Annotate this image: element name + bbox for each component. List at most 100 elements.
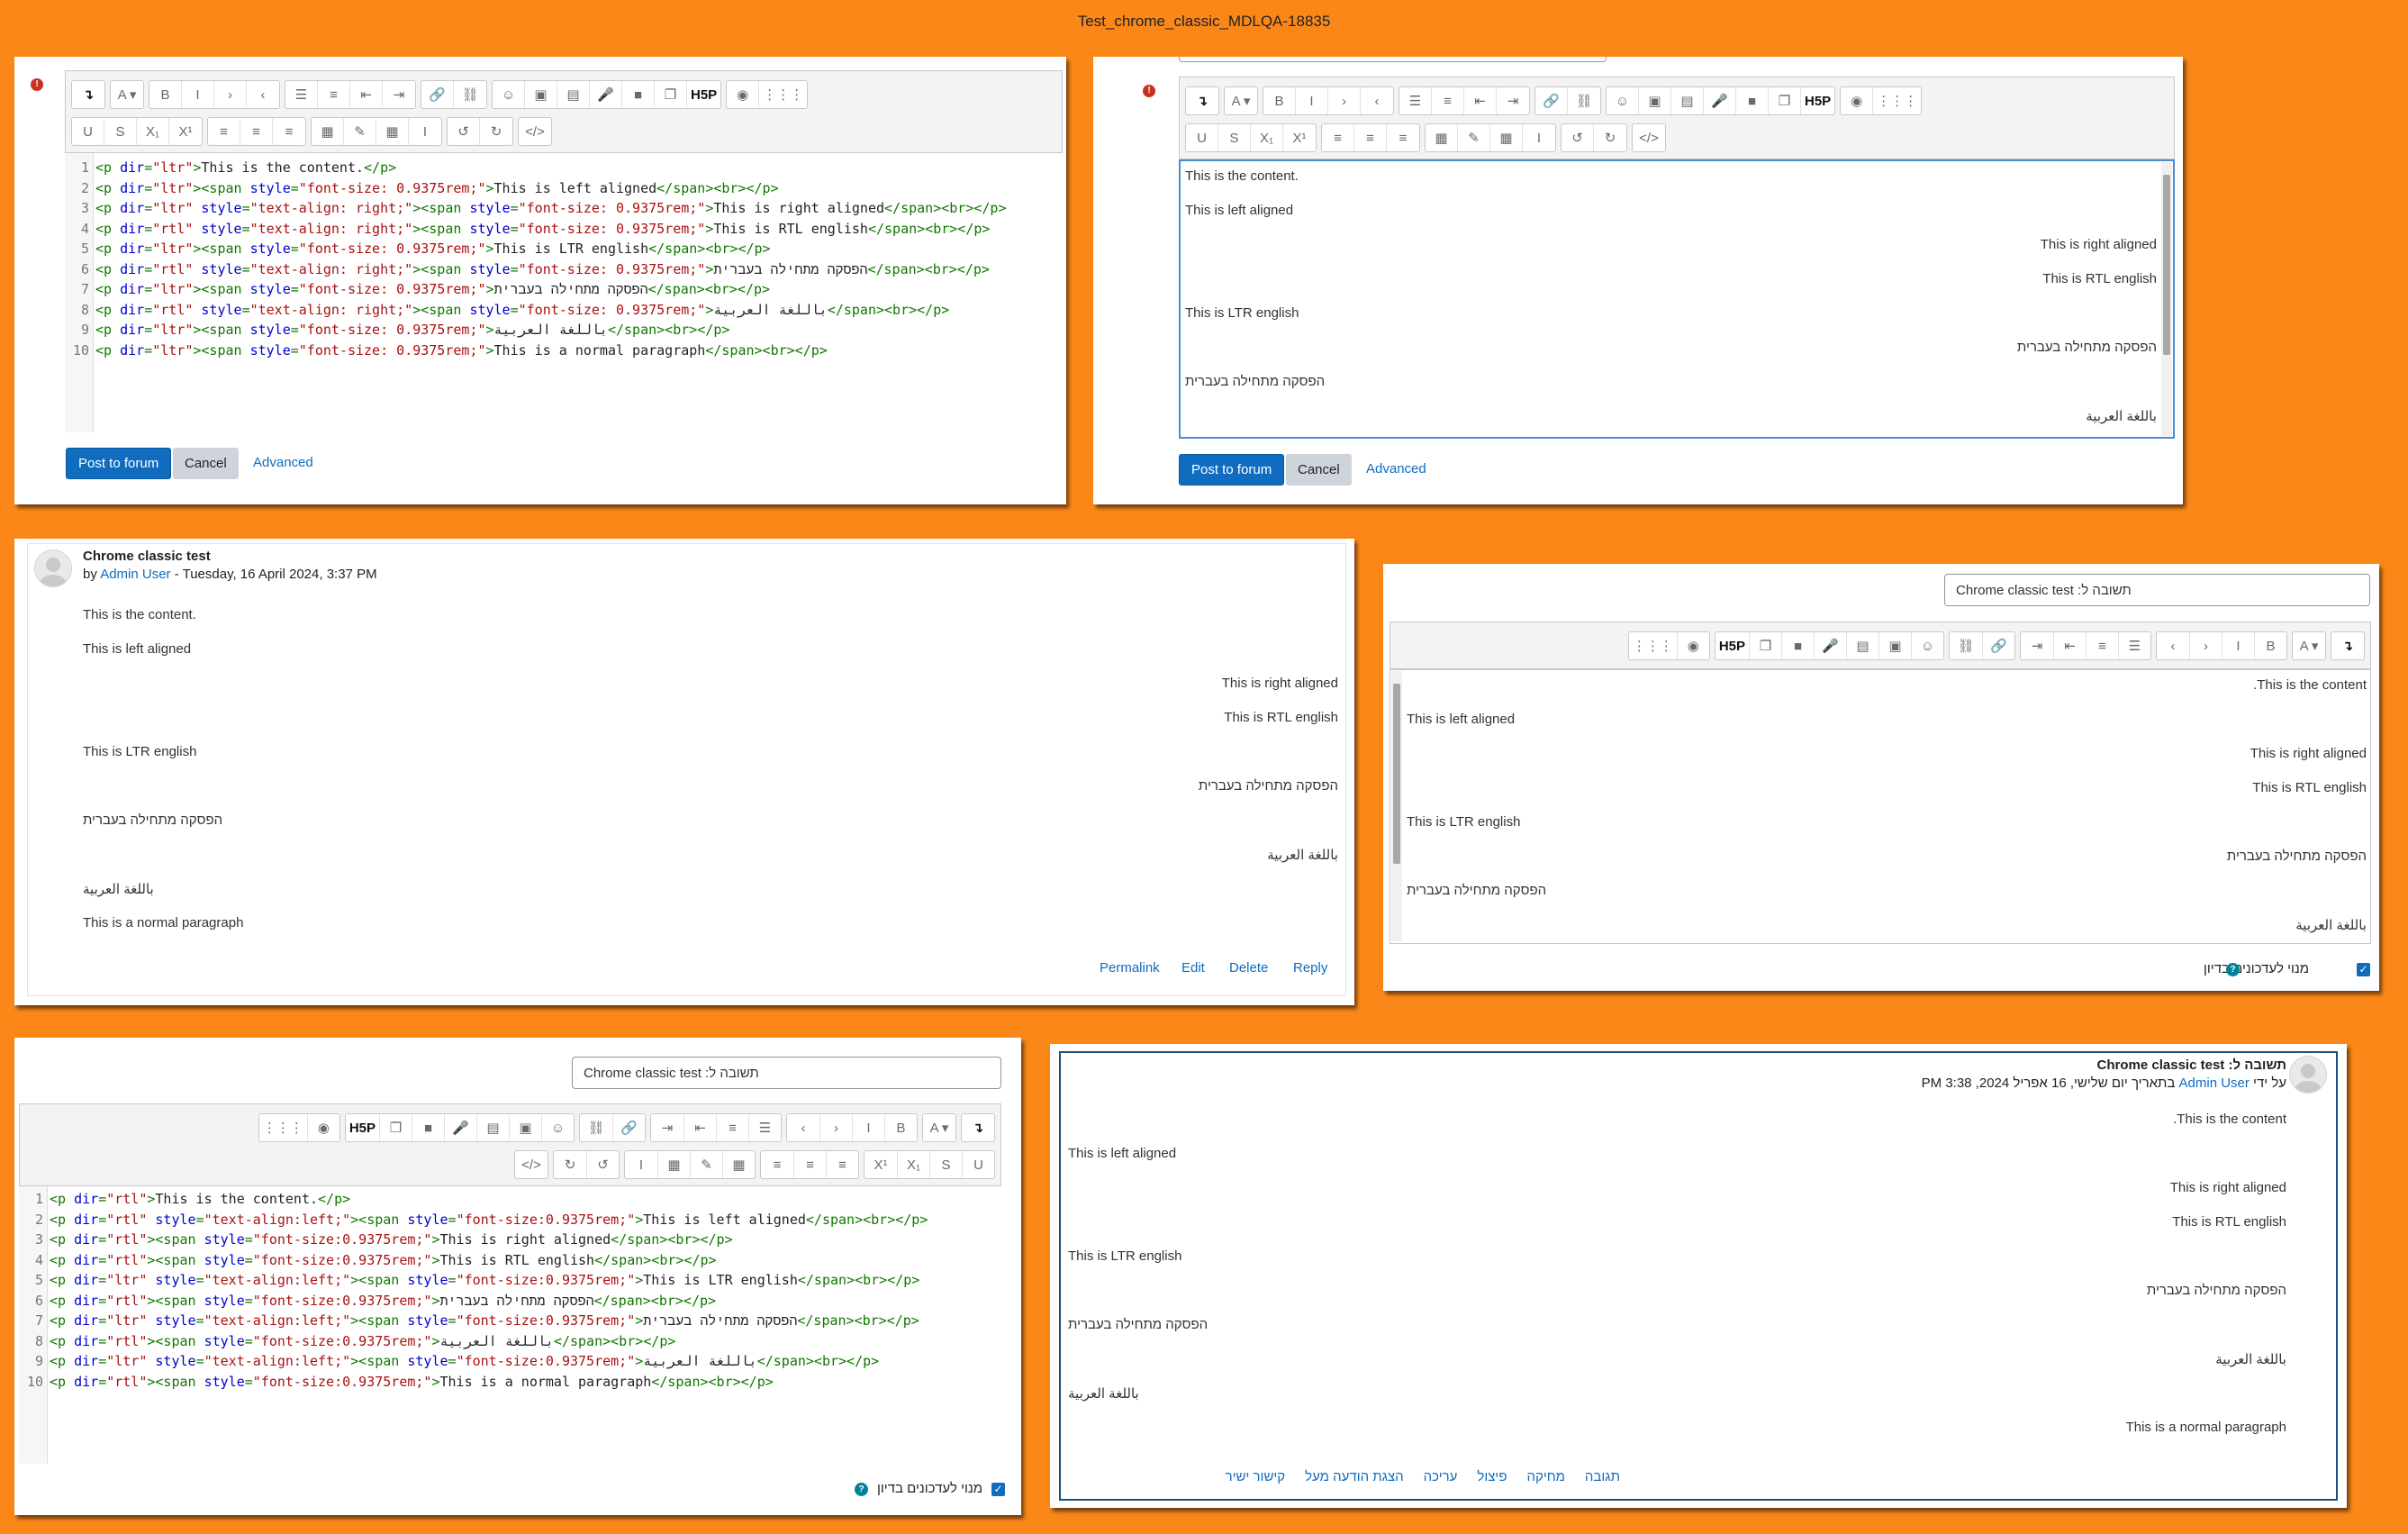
link-icon[interactable]: 🔗 <box>421 81 454 108</box>
table-icon[interactable]: ▦ <box>1490 124 1523 151</box>
author-link[interactable]: Admin User <box>100 567 170 582</box>
indent-arrow-icon[interactable]: › <box>819 1114 852 1141</box>
italic-icon[interactable]: I <box>852 1114 884 1141</box>
microphone-icon[interactable]: 🎤 <box>590 81 622 108</box>
rich-text-editor[interactable]: .This is the content This is left aligne… <box>1390 669 2371 944</box>
undo-arrow-icon[interactable]: ↴ <box>1186 87 1218 114</box>
subscript-icon[interactable]: X₁ <box>1251 124 1283 151</box>
bullet-list-icon[interactable]: ☰ <box>748 1114 781 1141</box>
calculator-icon[interactable]: ▦ <box>312 118 344 145</box>
unlink-icon[interactable]: ⛓ <box>1568 87 1600 114</box>
bullet-list-icon[interactable]: ☰ <box>1399 87 1432 114</box>
align-left-icon[interactable]: ≡ <box>208 118 240 145</box>
align-right-icon[interactable]: ≡ <box>1387 124 1419 151</box>
delete-link[interactable]: Delete <box>1229 960 1268 976</box>
unlink-icon[interactable]: ⛓ <box>1950 632 1982 659</box>
indent-arrow-icon[interactable]: › <box>1328 87 1361 114</box>
delete-link[interactable]: מחיקה <box>1526 1469 1564 1484</box>
image-icon[interactable]: ▣ <box>525 81 557 108</box>
subscribe-checkbox[interactable]: ✓ <box>2357 963 2370 976</box>
reply-link[interactable]: Reply <box>1293 960 1327 976</box>
reply-link[interactable]: תגובה <box>1585 1469 1620 1484</box>
outdent-icon[interactable]: ⇤ <box>2053 632 2086 659</box>
underline-icon[interactable]: U <box>1186 124 1218 151</box>
italic-icon[interactable]: I <box>182 81 214 108</box>
subscript-icon[interactable]: X₁ <box>137 118 169 145</box>
copy-icon[interactable]: ❐ <box>1769 87 1801 114</box>
edit-link[interactable]: Edit <box>1181 960 1205 976</box>
redo-icon[interactable]: ↻ <box>1594 124 1626 151</box>
h5p-icon[interactable]: H5P <box>687 81 720 108</box>
media-file-icon[interactable]: ▤ <box>476 1114 509 1141</box>
help-icon[interactable]: ? <box>2226 963 2240 976</box>
code-editor[interactable]: 1 <p dir="ltr">This is the content.</p> 2 <… <box>65 153 1063 432</box>
subscribe-checkbox[interactable]: ✓ <box>991 1483 1005 1496</box>
subject-input-top[interactable] <box>1179 57 1607 62</box>
align-center-icon[interactable]: ≡ <box>1354 124 1387 151</box>
outdent-arrow-icon[interactable]: ‹ <box>1361 87 1393 114</box>
author-link[interactable]: Admin User <box>2179 1076 2250 1091</box>
post-to-forum-button[interactable]: Post to forum <box>66 448 172 479</box>
bold-icon[interactable]: B <box>1263 87 1296 114</box>
subject-input[interactable]: תשובה ל: Chrome classic test <box>572 1057 1001 1089</box>
advanced-link[interactable]: Advanced <box>1366 461 1426 477</box>
cancel-button[interactable]: Cancel <box>1286 454 1352 486</box>
font-color-icon[interactable]: A ▾ <box>2293 632 2325 659</box>
calculator-icon[interactable]: ▦ <box>1426 124 1458 151</box>
h5p-icon[interactable]: H5P <box>346 1114 379 1141</box>
numbered-list-icon[interactable]: ≡ <box>716 1114 748 1141</box>
copy-icon[interactable]: ❐ <box>655 81 687 108</box>
superscript-icon[interactable]: X¹ <box>1283 124 1316 151</box>
microphone-icon[interactable]: 🎤 <box>1814 632 1846 659</box>
italic-icon[interactable]: I <box>2222 632 2254 659</box>
cursor-icon[interactable]: I <box>409 118 441 145</box>
grid-icon[interactable]: ⋮⋮⋮ <box>1873 87 1921 114</box>
outdent-icon[interactable]: ⇤ <box>683 1114 716 1141</box>
accessibility-icon[interactable]: ◉ <box>727 81 760 108</box>
strikethrough-icon[interactable]: S <box>1218 124 1251 151</box>
align-center-icon[interactable]: ≡ <box>793 1151 826 1178</box>
undo-arrow-icon[interactable]: ↴ <box>72 81 104 108</box>
italic-icon[interactable]: I <box>1296 87 1328 114</box>
font-color-icon[interactable]: A ▾ <box>111 81 143 108</box>
indent-icon[interactable]: ⇥ <box>1497 87 1529 114</box>
outdent-arrow-icon[interactable]: ‹ <box>247 81 279 108</box>
undo-arrow-icon[interactable]: ↴ <box>2331 632 2364 659</box>
underline-icon[interactable]: U <box>72 118 104 145</box>
indent-icon[interactable]: ⇥ <box>2021 632 2053 659</box>
video-icon[interactable]: ■ <box>1781 632 1814 659</box>
bullet-list-icon[interactable]: ☰ <box>2118 632 2150 659</box>
font-color-icon[interactable]: A ▾ <box>1225 87 1257 114</box>
video-icon[interactable]: ■ <box>622 81 655 108</box>
video-icon[interactable]: ■ <box>1736 87 1769 114</box>
emoji-icon[interactable]: ☺ <box>541 1114 574 1141</box>
outdent-icon[interactable]: ⇤ <box>350 81 383 108</box>
superscript-icon[interactable]: X¹ <box>865 1151 897 1178</box>
permalink-link[interactable]: קישור ישיר <box>1226 1469 1286 1484</box>
microphone-icon[interactable]: 🎤 <box>444 1114 476 1141</box>
bold-icon[interactable]: B <box>884 1114 917 1141</box>
h5p-icon[interactable]: H5P <box>1801 87 1834 114</box>
bullet-list-icon[interactable]: ☰ <box>285 81 318 108</box>
advanced-link[interactable]: Advanced <box>253 455 313 470</box>
image-icon[interactable]: ▣ <box>509 1114 541 1141</box>
subject-input[interactable]: תשובה ל: Chrome classic test <box>1944 574 2370 606</box>
undo-icon[interactable]: ↺ <box>1562 124 1594 151</box>
link-icon[interactable]: 🔗 <box>1535 87 1568 114</box>
unlink-icon[interactable]: ⛓ <box>580 1114 612 1141</box>
edit-icon[interactable]: ✎ <box>1458 124 1490 151</box>
outdent-icon[interactable]: ⇤ <box>1464 87 1497 114</box>
bold-icon[interactable]: B <box>149 81 182 108</box>
redo-icon[interactable]: ↻ <box>554 1151 586 1178</box>
post-to-forum-button[interactable]: Post to forum <box>1179 454 1285 486</box>
unlink-icon[interactable]: ⛓ <box>454 81 486 108</box>
link-icon[interactable]: 🔗 <box>612 1114 645 1141</box>
bold-icon[interactable]: B <box>2254 632 2286 659</box>
emoji-icon[interactable]: ☺ <box>1607 87 1639 114</box>
media-file-icon[interactable]: ▤ <box>557 81 590 108</box>
scrollbar-thumb[interactable] <box>1393 684 1400 864</box>
code-lines[interactable]: 1 <p dir="ltr">This is the content.</p> 2 <… <box>65 158 1055 428</box>
undo-icon[interactable]: ↺ <box>448 118 480 145</box>
align-center-icon[interactable]: ≡ <box>240 118 273 145</box>
code-editor[interactable]: 1 <p dir="rtl">This is the content.</p> 2 <… <box>19 1186 1001 1464</box>
